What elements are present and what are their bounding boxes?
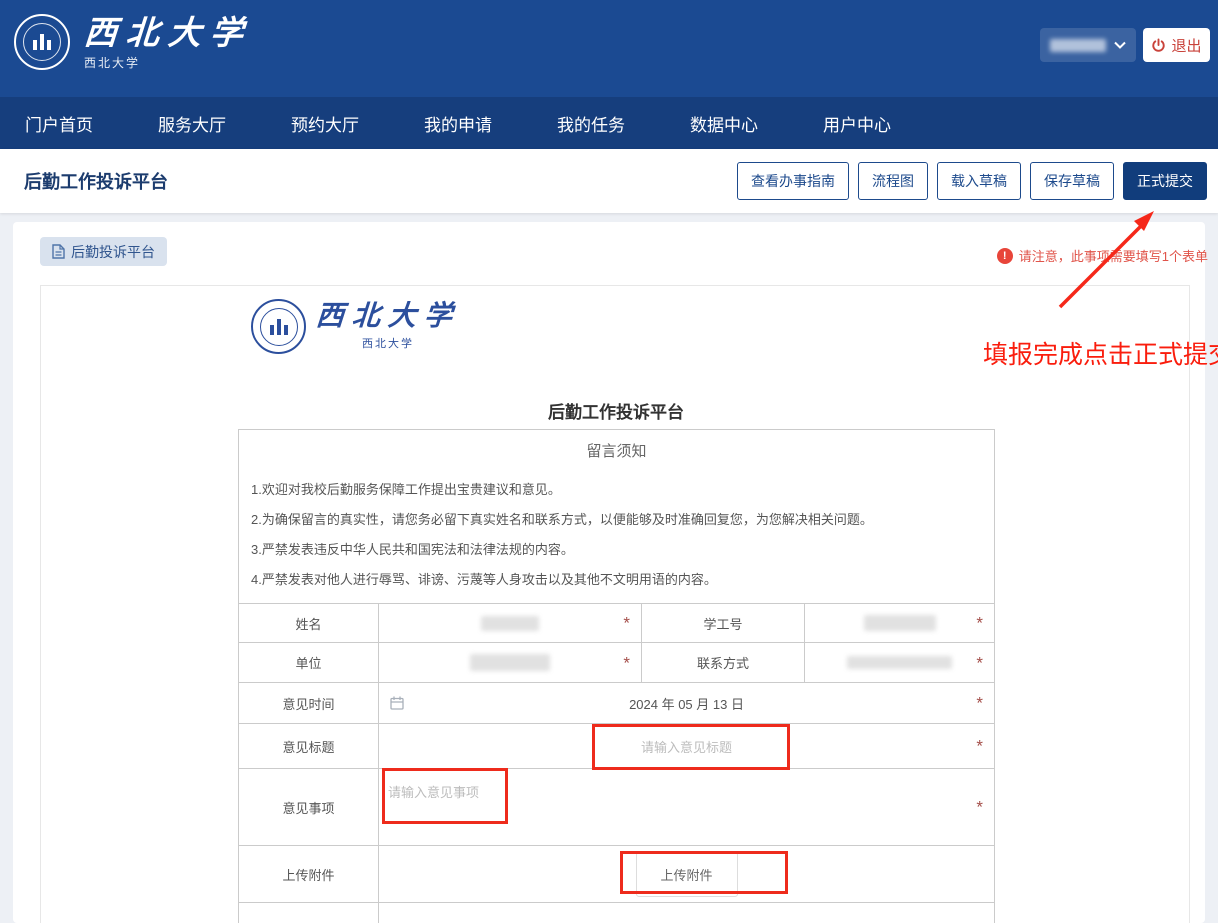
opinion-time-label: 意见时间: [239, 683, 379, 724]
notice-item-1: 1.欢迎对我校后勤服务保障工作提出宝贵建议和意见。: [251, 475, 982, 505]
upload-cell: 上传附件: [379, 846, 995, 903]
student-id-field[interactable]: *: [805, 604, 995, 643]
required-mark: *: [976, 738, 983, 755]
form-university-name: 西北大学: [315, 299, 461, 333]
form-university-logo: 西北大学 西北大学: [251, 299, 460, 354]
required-mark: *: [623, 654, 630, 671]
opinion-title-placeholder: 请输入意见标题: [641, 737, 732, 756]
opinion-title-label: 意见标题: [239, 724, 379, 769]
document-icon: [52, 244, 65, 259]
opinion-title-input[interactable]: 请输入意见标题 *: [379, 724, 995, 769]
notice-item-2: 2.为确保留言的真实性，请您务必留下真实姓名和联系方式，以便能够及时准确回复您，…: [251, 505, 982, 535]
notice-item-3: 3.严禁发表违反中华人民共和国宪法和法律法规的内容。: [251, 535, 982, 565]
contact-label: 联系方式: [642, 643, 805, 683]
empty-value-cell: [379, 903, 995, 923]
name-field[interactable]: *: [379, 604, 642, 643]
opinion-time-field[interactable]: 2024 年 05 月 13 日 *: [379, 683, 995, 724]
notice-cell: 留言须知 1.欢迎对我校后勤服务保障工作提出宝贵建议和意见。 2.为确保留言的真…: [239, 430, 995, 604]
nav-item-portal-home[interactable]: 门户首页: [25, 111, 97, 136]
complaint-form-table: 留言须知 1.欢迎对我校后勤服务保障工作提出宝贵建议和意见。 2.为确保留言的真…: [238, 429, 995, 923]
form-university-name-sub: 西北大学: [316, 335, 460, 351]
logout-label: 退出: [1171, 35, 1201, 56]
page: 西北大学 西北大学 退出 门户首页 服务大厅 预约大厅 我的申请 我的任务 数据…: [0, 0, 1218, 923]
calendar-icon: [390, 696, 404, 710]
flowchart-button[interactable]: 流程图: [858, 162, 928, 200]
tab-label: 后勤投诉平台: [71, 242, 155, 262]
notice-item-4: 4.严禁发表对他人进行辱骂、诽谤、污蔑等人身攻击以及其他不文明用语的内容。: [251, 565, 982, 595]
main-nav: 门户首页 服务大厅 预约大厅 我的申请 我的任务 数据中心 用户中心: [0, 97, 1218, 149]
save-draft-button[interactable]: 保存草稿: [1030, 162, 1114, 200]
submit-button[interactable]: 正式提交: [1123, 162, 1207, 200]
username-redacted: [1050, 39, 1106, 52]
required-mark: *: [976, 695, 983, 712]
load-draft-button[interactable]: 载入草稿: [937, 162, 1021, 200]
opinion-content-placeholder: 请输入意见事项: [388, 785, 479, 800]
content-card: 后勤投诉平台 ! 请注意，此事项需要填写1个表单 西北大学 西北大学 后勤工作投…: [13, 222, 1205, 923]
page-title: 后勤工作投诉平台: [24, 168, 168, 194]
nav-item-service-hall[interactable]: 服务大厅: [158, 111, 230, 136]
chevron-down-icon: [1114, 41, 1126, 49]
required-mark: *: [976, 654, 983, 671]
contact-field[interactable]: *: [805, 643, 995, 683]
nav-item-my-tasks[interactable]: 我的任务: [557, 111, 629, 136]
name-value-redacted: [481, 616, 539, 631]
nav-item-user-center[interactable]: 用户中心: [823, 111, 895, 136]
university-seal-icon: [14, 14, 70, 70]
unit-label: 单位: [239, 643, 379, 683]
nav-item-booking-hall[interactable]: 预约大厅: [291, 111, 363, 136]
user-menu[interactable]: [1040, 28, 1136, 62]
unit-value-redacted: [470, 654, 550, 671]
empty-label-cell: [239, 903, 379, 923]
university-name: 西北大学: [83, 14, 254, 52]
required-mark: *: [623, 615, 630, 632]
logout-button[interactable]: 退出: [1143, 28, 1210, 62]
name-label: 姓名: [239, 604, 379, 643]
opinion-content-textarea[interactable]: 请输入意见事项 *: [379, 769, 995, 846]
toolbar: 查看办事指南 流程图 载入草稿 保存草稿 正式提交: [737, 149, 1207, 213]
contact-value-redacted: [847, 656, 952, 669]
nav-item-my-applications[interactable]: 我的申请: [424, 111, 496, 136]
app-header: 西北大学 西北大学 退出: [0, 0, 1218, 97]
power-icon: [1151, 38, 1166, 53]
student-id-value-redacted: [864, 615, 936, 631]
form-card: 西北大学 西北大学 后勤工作投诉平台 留言须知 1.欢迎对我校后勤服务保障工作提…: [40, 285, 1190, 923]
form-title: 后勤工作投诉平台: [238, 398, 994, 423]
unit-field[interactable]: *: [379, 643, 642, 683]
notice-title: 留言须知: [251, 440, 982, 461]
form-count-warning: ! 请注意，此事项需要填写1个表单: [997, 246, 1208, 265]
nav-item-data-center[interactable]: 数据中心: [690, 111, 762, 136]
title-bar: 后勤工作投诉平台 查看办事指南 流程图 载入草稿 保存草稿 正式提交: [0, 149, 1218, 213]
university-name-sub: 西北大学: [84, 54, 252, 71]
required-mark: *: [976, 615, 983, 632]
university-logo: 西北大学 西北大学: [14, 14, 252, 71]
required-mark: *: [976, 799, 983, 816]
opinion-time-value: 2024 年 05 月 13 日: [629, 694, 744, 713]
form-university-seal-icon: [251, 299, 306, 354]
warning-text: 请注意，此事项需要填写1个表单: [1019, 246, 1208, 265]
tab-complaint-form[interactable]: 后勤投诉平台: [40, 237, 167, 266]
opinion-content-label: 意见事项: [239, 769, 379, 846]
view-guide-button[interactable]: 查看办事指南: [737, 162, 849, 200]
student-id-label: 学工号: [642, 604, 805, 643]
exclamation-icon: !: [997, 248, 1013, 264]
upload-attachment-button[interactable]: 上传附件: [636, 852, 738, 897]
upload-label: 上传附件: [239, 846, 379, 903]
